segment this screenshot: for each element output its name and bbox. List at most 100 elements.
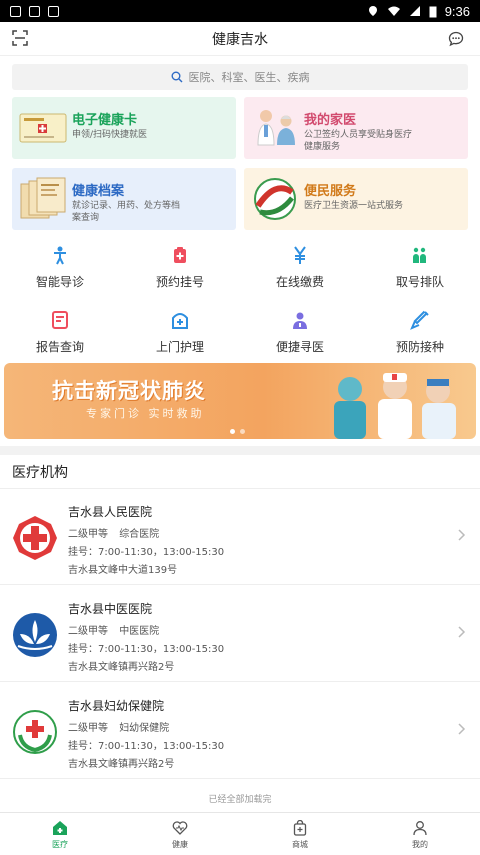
hospital-name: 吉水县妇幼保健院 [68,699,165,713]
report-icon [52,311,68,329]
guide-icon [54,246,66,265]
card-desc: 申领/扫码快捷就医 [72,130,148,140]
search-input[interactable]: 医院、科室、医生、疾病 [12,64,468,90]
chevron-right-icon [458,723,466,735]
hospital-type: 妇幼保健院 [119,723,170,734]
convenience-service-card[interactable]: 便民服务 医疗卫生资源一站式服务 [244,168,468,230]
menu-label: 预约挂号 [155,275,204,289]
promo-banner[interactable]: 抗击新冠状肺炎 专家门诊 实时救助 [4,363,476,439]
hospital-hours: 挂号：7:00-11:30，13:00-15:30 [68,644,225,655]
hospital-logo-icon [13,516,57,560]
nurse-icon [172,313,188,329]
convenience-logo-icon [254,178,296,220]
tab-label: 我的 [412,840,428,849]
menu-item-find-doctor[interactable]: 便捷寻医 [240,310,360,355]
e-health-card[interactable]: 电子健康卡 申领/扫码快捷就医 [12,97,236,159]
menu-label: 报告查询 [35,340,84,354]
section-title: 医疗机构 [12,465,68,481]
tab-health[interactable]: 健康 [120,813,240,855]
menu-label: 智能导诊 [35,275,84,289]
vaccine-icon [410,310,429,330]
notification-icon [29,5,40,17]
doctor-icon [293,312,307,329]
tab-mall[interactable]: 商城 [240,813,360,855]
menu-label: 便捷寻医 [275,340,324,354]
hospital-hours: 挂号：7:00-11:30，13:00-15:30 [68,547,225,558]
card-title: 电子健康卡 [72,113,138,128]
battery-icon [429,6,437,17]
tab-label: 商城 [292,840,308,849]
carousel-dots[interactable] [230,429,245,434]
hospital-logo-icon [13,710,57,754]
card-desc: 医疗卫生资源一站式服务 [304,201,404,211]
hospital-grade: 二级甲等 [68,723,108,734]
menu-label: 上门护理 [155,340,204,354]
health-card-icon [19,113,67,143]
user-icon [413,821,427,836]
menu-item-vaccination[interactable]: 预防接种 [360,310,480,355]
hospital-hours: 挂号：7:00-11:30，13:00-15:30 [68,741,225,752]
search-icon [171,71,182,83]
health-record-icon [20,177,66,219]
carousel-dot[interactable] [240,429,245,434]
hospital-logo-icon [13,613,57,657]
menu-item-online-payment[interactable]: 在线缴费 [240,245,360,290]
hospital-list-item[interactable]: 吉水县人民医院 二级甲等 综合医院 挂号：7:00-11:30，13:00-15… [0,489,480,585]
nav-bar: 健康吉水 [0,22,480,56]
medical-staff-illustration [334,373,456,439]
hospital-level: 二级甲等 综合医院 [68,525,167,540]
hospital-grade: 二级甲等 [68,529,108,540]
bottom-tab-bar: 医疗 健康 商城 我的 [0,812,480,855]
carousel-dot[interactable] [230,429,235,434]
health-record-card[interactable]: 健康档案 就诊记录、用药、处方等档案查询 [12,168,236,230]
hospital-list-item[interactable]: 吉水县妇幼保健院 二级甲等 妇幼保健院 挂号：7:00-11:30，13:00-… [0,683,480,779]
signal-icon [409,6,420,16]
menu-item-queue[interactable]: 取号排队 [360,245,480,290]
hospital-name: 吉水县中医医院 [68,602,153,616]
banner-subtitle: 专家门诊 实时救助 [86,407,205,420]
banner-title: 抗击新冠状肺炎 [52,379,206,403]
queue-icon [413,247,426,263]
message-icon[interactable] [448,31,464,47]
hospital-address: 吉水县文峰镇再兴路2号 [68,662,175,673]
hospital-address: 吉水县文峰镇再兴路2号 [68,759,175,770]
location-icon [368,6,377,16]
chevron-right-icon [458,626,466,638]
hospital-type: 综合医院 [119,529,160,540]
appointment-icon [174,247,186,263]
card-title: 健康档案 [72,184,125,199]
status-bar: 9:36 [0,0,480,22]
menu-item-appointment[interactable]: 预约挂号 [120,245,240,290]
menu-item-home-nursing[interactable]: 上门护理 [120,310,240,355]
menu-item-report[interactable]: 报告查询 [0,310,120,355]
shopping-bag-icon [293,820,307,836]
notification-icon [10,5,21,17]
tab-medical[interactable]: 医疗 [0,813,120,855]
card-title: 我的家医 [304,113,357,128]
hospital-level: 二级甲等 中医医院 [68,622,167,637]
yen-icon [294,246,306,264]
load-complete-text: 已经全部加载完 [208,795,272,805]
menu-label: 预防接种 [395,340,444,354]
family-doctor-card[interactable]: 我的家医 公卫签约人员享受贴身医疗健康服务 [244,97,468,159]
menu-item-smart-guide[interactable]: 智能导诊 [0,245,120,290]
hospital-name: 吉水县人民医院 [68,505,153,519]
family-doctor-icon [257,110,295,146]
card-title: 便民服务 [304,184,357,199]
menu-label: 取号排队 [395,275,444,289]
clock: 9:36 [444,3,470,19]
wifi-icon [387,6,400,16]
tab-label: 健康 [172,840,188,849]
chevron-right-icon [458,529,466,541]
scan-icon[interactable] [12,30,28,46]
service-menu-row: 智能导诊 预约挂号 在线缴费 取号排队 [0,245,480,290]
hospital-address: 吉水县文峰中大道139号 [68,565,178,576]
card-desc: 公卫签约人员享受贴身医疗健康服务 [304,130,413,152]
hospital-list-item[interactable]: 吉水县中医医院 二级甲等 中医医院 挂号：7:00-11:30，13:00-15… [0,586,480,682]
heart-icon [172,821,188,835]
menu-label: 在线缴费 [275,275,324,289]
hospital-type: 中医医院 [119,626,160,637]
hospital-level: 二级甲等 妇幼保健院 [68,719,177,734]
tab-mine[interactable]: 我的 [360,813,480,855]
tab-label: 医疗 [52,840,68,849]
